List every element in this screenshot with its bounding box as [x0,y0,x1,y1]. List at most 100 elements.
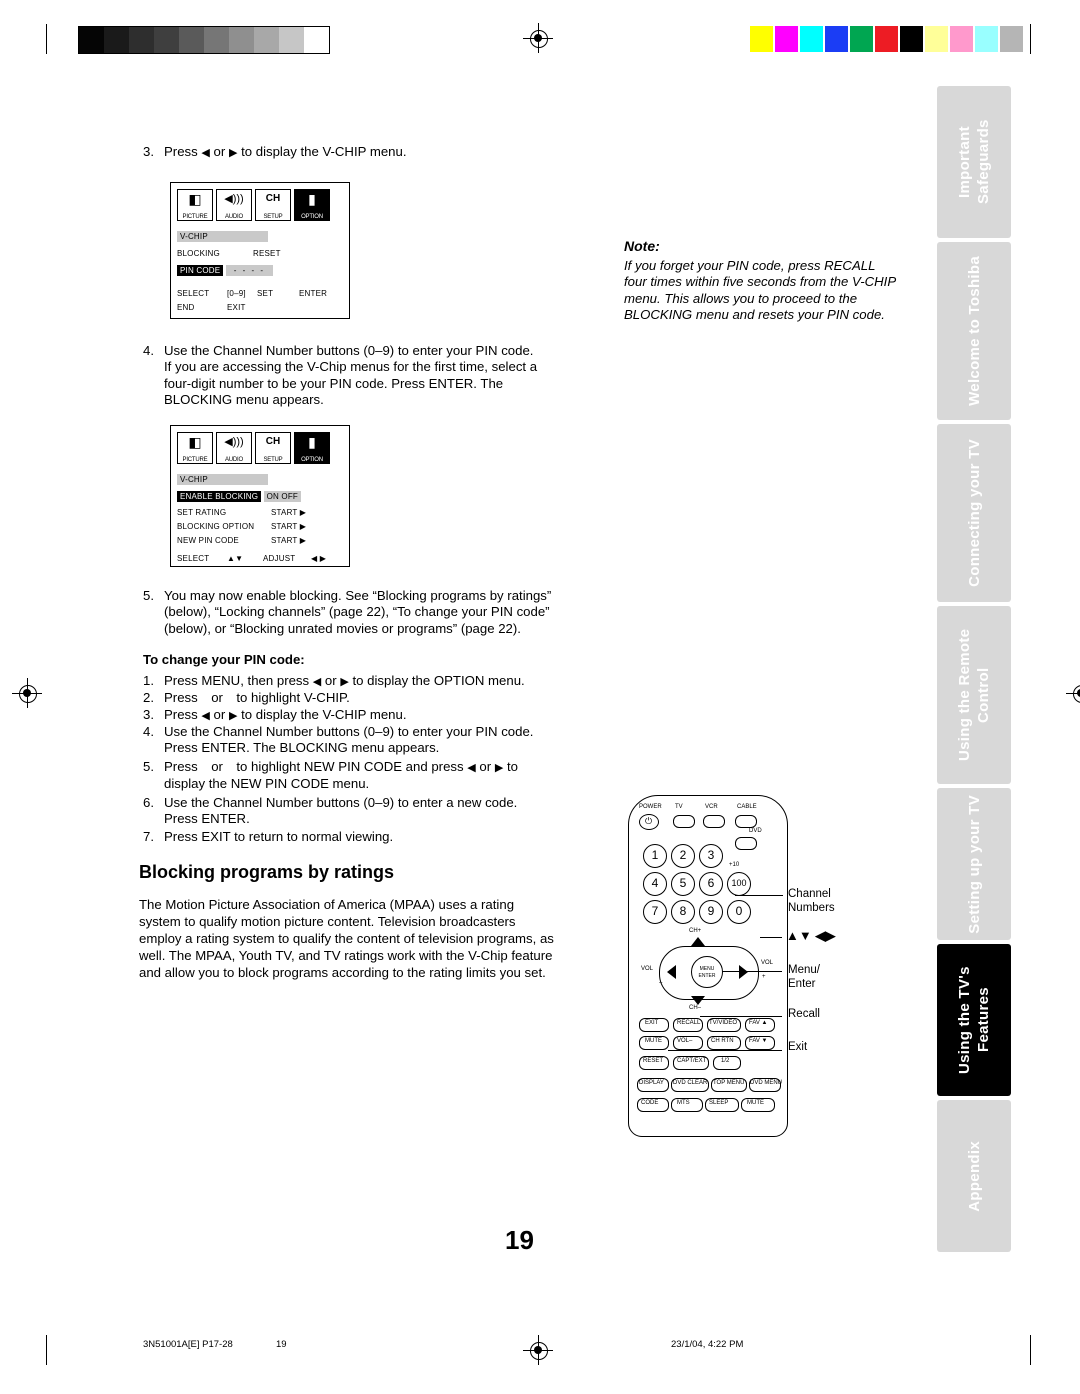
osd-row-set-rating-value[interactable]: START ▶ [271,508,306,517]
step-4-text: Use the Channel Number buttons (0–9) to … [164,343,538,408]
step-3-text: Press ◀ or ▶ to display the V-CHIP menu. [164,144,634,161]
pin-item-4-number: 4. [143,724,154,739]
t: or [213,707,226,722]
osd-row-pincode[interactable]: PIN CODE [177,265,224,276]
option-icon[interactable]: ▮ OPTION [294,432,330,464]
pin-item-2-text: Press or to highlight V-CHIP. [164,690,634,707]
registration-mark-top [523,23,553,53]
audio-icon[interactable]: ◀))) AUDIO [216,189,252,221]
icon-caption: AUDIO [224,214,243,220]
vol-right-label: VOL [761,960,774,966]
osd-footer-select: SELECT [177,289,210,298]
hundred-button[interactable]: 100 [727,872,751,896]
tab-setting-up-your-tv[interactable]: Setting up your TV [937,788,1011,940]
mute2-label: MUTE [747,1100,764,1106]
callout-arrow-buttons: ▲▼ ◀▶ [786,928,836,943]
osd-row-blocking-option-value[interactable]: START ▶ [271,522,306,531]
audio-icon[interactable]: ◀))) AUDIO [216,432,252,464]
number-button-1[interactable]: 1 [643,844,667,868]
right-arrow-icon: ▶ [228,147,238,159]
tab-welcome-to-toshiba[interactable]: Welcome to Toshiba [937,242,1011,420]
osd-pincode-value[interactable]: - - - - [225,265,274,276]
dvd-mode-button[interactable] [735,837,757,850]
dvd-menu-label: DVD MENU [750,1080,783,1086]
number-button-8[interactable]: 8 [671,900,695,924]
pin-item-5-text: Press or to highlight NEW PIN CODE and p… [164,759,634,776]
vcr-mode-button[interactable] [703,815,725,828]
osd-row-new-pin-code-value[interactable]: START ▶ [271,536,306,545]
cable-mode-button[interactable] [735,815,757,828]
callout-exit: Exit [788,1041,808,1053]
up-arrow-icon [201,693,207,705]
osd-title: V-CHIP [177,231,268,242]
crop-tick-tr-v [1030,24,1031,54]
down-arrow-button[interactable] [691,996,705,1005]
callout-channel-numbers: Channel Numbers [788,888,835,914]
crop-tick-tl-v [46,24,47,54]
remote-control-illustration: POWER TV VCR CABLE DVD ⏻ 1 2 3 4 5 6 7 8… [628,795,788,1137]
setup-icon[interactable]: CH SETUP [255,189,291,221]
osd-footer-leftright-icon: ◀ ▶ [311,554,327,563]
osd-row-blocking-option-label[interactable]: BLOCKING OPTION [177,522,254,531]
code-label: CODE [641,1100,659,1106]
number-button-2[interactable]: 2 [671,844,695,868]
footer-left: 3N51001A[E] P17-28 [143,1339,233,1350]
registration-mark-bottom [523,1335,553,1365]
pin-item-3-number: 3. [143,707,154,722]
vol-left-label: VOL [641,966,654,972]
audio-glyph: ◀))) [224,193,244,205]
picture-icon[interactable]: ◧ PICTURE [177,189,213,221]
number-button-7[interactable]: 7 [643,900,667,924]
number-button-5[interactable]: 5 [671,872,695,896]
power-button[interactable]: ⏻ [639,814,659,830]
tab-using-the-remote-control[interactable]: Using the Remote Control [937,606,1011,784]
grayscale-calibration-bar [78,26,330,54]
number-button-9[interactable]: 9 [699,900,723,924]
osd-row-enable-blocking-label[interactable]: ENABLE BLOCKING [177,491,262,502]
crop-tick-br-v [1030,1335,1031,1365]
t: to display the OPTION menu. [352,673,525,688]
remote-label-cable: CABLE [737,804,757,810]
tab-important-safeguards[interactable]: Important Safeguards [937,86,1011,238]
callout-line-menu-enter [722,971,782,972]
setup-icon[interactable]: CH SETUP [255,432,291,464]
number-button-0[interactable]: 0 [727,900,751,924]
option-icon[interactable]: ▮ OPTION [294,189,330,221]
down-arrow-icon [227,693,233,705]
icon-caption: AUDIO [224,457,243,463]
tab-using-the-tvs-features[interactable]: Using the TV's Features [937,944,1011,1096]
tab-appendix[interactable]: Appendix [937,1100,1011,1252]
picture-glyph: ◧ [188,434,202,450]
number-button-6[interactable]: 6 [699,872,723,896]
osd-row-enable-blocking-value[interactable]: ON OFF [263,491,301,502]
half-label: 1/2 [721,1058,730,1064]
up-arrow-button[interactable] [691,937,705,946]
t: Press [164,707,198,722]
osd-footer-range: [0–9] [227,289,246,298]
pin-item-5-text-f: display the NEW PIN CODE menu. [164,776,370,791]
picture-icon[interactable]: ◧ PICTURE [177,432,213,464]
callout-line-arrows [760,937,782,938]
right-arrow-icon: ▶ [228,710,238,722]
remote-label-vcr: VCR [705,804,718,810]
t: to [506,759,518,774]
registration-mark-right [1066,678,1080,708]
menu-enter-button[interactable]: MENU ENTER [691,956,723,988]
number-button-3[interactable]: 3 [699,844,723,868]
right-arrow-button[interactable] [739,965,748,979]
osd-footer-select: SELECT [177,554,210,563]
tab-connecting-your-tv[interactable]: Connecting your TV [937,424,1011,602]
tv-video-label: TV/VIDEO [709,1020,738,1026]
osd-row-new-pin-code-label[interactable]: NEW PIN CODE [177,536,239,545]
remote-label-tv: TV [675,804,683,810]
osd-row-blocking[interactable]: BLOCKING [177,249,220,258]
number-button-4[interactable]: 4 [643,872,667,896]
osd-row-set-rating-label[interactable]: SET RATING [177,508,226,517]
pin-item-6-number: 6. [143,795,154,810]
left-arrow-button[interactable] [667,965,676,979]
pin-item-6-text-a: Use the Channel Number buttons (0–9) to … [164,795,518,810]
tv-mode-button[interactable] [673,815,695,828]
section-tabs: Important Safeguards Welcome to Toshiba … [937,86,1011,1256]
color-calibration-bar [750,26,1025,52]
osd-row-reset[interactable]: RESET [253,249,281,258]
